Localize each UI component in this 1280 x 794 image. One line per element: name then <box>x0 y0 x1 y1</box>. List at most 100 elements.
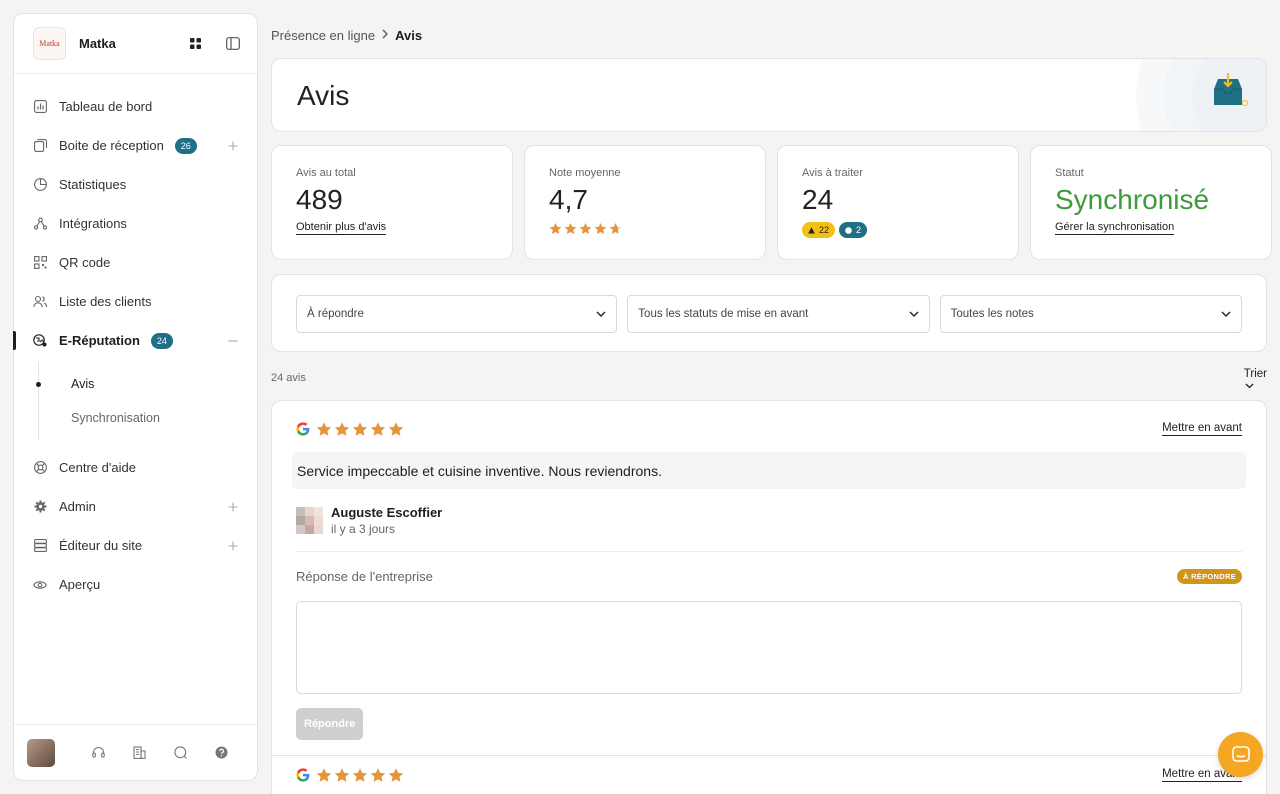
plus-icon[interactable] <box>227 540 239 552</box>
reply-status-select[interactable]: À répondre <box>296 295 618 333</box>
breadcrumb-parent[interactable]: Présence en ligne <box>271 28 375 43</box>
stat-label: Statut <box>1055 167 1084 179</box>
google-icon <box>296 422 310 436</box>
stats-row: Avis au total 489 Obtenir plus d'avis No… <box>271 145 1272 260</box>
highlight-review-button[interactable]: Mettre en avant <box>1162 422 1242 436</box>
eye-icon <box>33 578 47 592</box>
sidebar-item-label: Centre d'aide <box>59 460 136 475</box>
sidebar-item-label: Intégrations <box>59 216 127 231</box>
star-icon <box>609 223 622 235</box>
sidebar-item-label: QR code <box>59 255 111 270</box>
star-icon <box>579 223 592 235</box>
review-rating-stars <box>316 421 404 437</box>
stat-label: Avis au total <box>296 167 356 179</box>
page-title: Avis <box>297 80 350 111</box>
sidebar-item-dashboard[interactable]: Tableau de bord <box>14 87 257 126</box>
integrations-icon <box>33 217 47 231</box>
stat-card-status: Statut Synchronisé Gérer la synchronisat… <box>1030 145 1272 260</box>
sidebar-item-site-editor[interactable]: Éditeur du site <box>14 526 257 565</box>
building-icon[interactable] <box>119 743 160 763</box>
sidebar-item-e-reputation[interactable]: E-Réputation 24 <box>13 321 257 360</box>
headset-icon[interactable] <box>78 743 119 763</box>
chat-launcher-button[interactable] <box>1218 732 1263 777</box>
inbox-icon <box>33 139 47 153</box>
author-avatar <box>296 506 323 534</box>
logo-text: Matka <box>39 39 60 48</box>
sidebar-item-help-center[interactable]: Centre d'aide <box>14 448 257 487</box>
reputation-icon <box>33 334 47 348</box>
e-reputation-subnav: Avis Synchronisation <box>36 362 257 440</box>
stat-card-to-process: Avis à traiter 24 22 2 <box>777 145 1019 260</box>
users-icon <box>33 295 47 309</box>
sidebar-item-label: Éditeur du site <box>59 538 143 553</box>
select-value: Toutes les notes <box>950 308 1034 320</box>
warning-count: 22 <box>819 225 830 235</box>
info-icon <box>845 226 852 234</box>
sidebar-item-label: Tableau de bord <box>59 99 153 114</box>
minus-icon[interactable] <box>227 335 239 347</box>
subnav-item-synchronisation[interactable]: Synchronisation <box>39 401 257 435</box>
pie-chart-icon <box>33 178 47 192</box>
sidebar-footer <box>14 724 257 780</box>
page-header-card: Avis <box>271 58 1267 132</box>
subnav-item-reviews[interactable]: Avis <box>36 367 257 401</box>
plus-icon[interactable] <box>227 140 239 152</box>
reputation-count-badge: 24 <box>150 332 173 349</box>
manage-sync-link[interactable]: Gérer la synchronisation <box>1055 221 1175 235</box>
sync-status-value: Synchronisé <box>1055 184 1210 215</box>
sidebar-item-inbox[interactable]: Boite de réception 26 <box>14 126 257 165</box>
review-text: Service impeccable et cuisine inventive.… <box>292 452 1246 489</box>
help-buoy-icon <box>33 461 47 475</box>
star-icon <box>352 422 368 436</box>
review-author: Auguste Escoffier il y a 3 jours <box>296 503 1242 537</box>
stat-value: 24 <box>802 184 834 215</box>
breadcrumb-current: Avis <box>395 27 423 43</box>
sidebar-item-preview[interactable]: Aperçu <box>14 565 257 604</box>
info-pill[interactable]: 2 <box>839 222 868 238</box>
sort-button[interactable]: Trier <box>1244 368 1267 389</box>
star-icon <box>370 768 386 782</box>
pill-row: 22 2 <box>802 222 994 238</box>
star-icon <box>564 223 577 235</box>
rating-select[interactable]: Toutes les notes <box>939 295 1242 333</box>
reply-button[interactable]: Répondre <box>296 708 364 740</box>
select-value: Tous les statuts de mise en avant <box>638 308 809 320</box>
highlight-status-select[interactable]: Tous les statuts de mise en avant <box>627 295 930 333</box>
sidebar-item-statistics[interactable]: Statistiques <box>14 165 257 204</box>
select-value: À répondre <box>307 308 364 320</box>
apps-grid-icon[interactable] <box>187 36 203 52</box>
chevron-right-icon <box>381 28 389 42</box>
sidebar-nav: Tableau de bord Boite de réception 26 St… <box>13 74 257 604</box>
stat-label: Avis à traiter <box>802 167 863 179</box>
sidebar-item-label: Liste des clients <box>59 294 152 309</box>
stat-card-average: Note moyenne 4,7 <box>524 145 766 260</box>
sidebar-toggle-icon[interactable] <box>225 36 241 52</box>
get-more-reviews-link[interactable]: Obtenir plus d'avis <box>296 221 387 235</box>
chat-search-icon[interactable] <box>160 743 201 763</box>
sidebar-item-label: E-Réputation <box>59 333 140 348</box>
plus-icon[interactable] <box>227 501 239 513</box>
brand-logo[interactable]: Matka <box>33 27 66 60</box>
help-icon[interactable] <box>201 743 242 763</box>
reply-header: Réponse de l'entreprise À RÉPONDRE <box>296 552 1242 601</box>
star-icon <box>334 768 350 782</box>
chevron-down-icon <box>1245 383 1254 389</box>
stat-card-total: Avis au total 489 Obtenir plus d'avis <box>271 145 513 260</box>
reply-textarea[interactable] <box>296 601 1242 694</box>
sidebar-item-qr-code[interactable]: QR code <box>14 243 257 282</box>
warning-pill[interactable]: 22 <box>802 222 836 238</box>
footer-icons <box>78 743 242 763</box>
info-count: 2 <box>856 225 862 235</box>
star-icon <box>549 223 562 235</box>
chat-icon <box>1231 745 1250 762</box>
gear-icon <box>33 500 47 514</box>
sidebar-item-admin[interactable]: Admin <box>14 487 257 526</box>
sidebar-header: Matka Matka <box>14 14 257 74</box>
sidebar-item-label: Statistiques <box>59 177 127 192</box>
sidebar-item-label: Admin <box>59 499 96 514</box>
sidebar-item-clients[interactable]: Liste des clients <box>14 282 257 321</box>
user-avatar[interactable] <box>27 738 55 767</box>
warning-icon <box>808 226 815 233</box>
sidebar-item-integrations[interactable]: Intégrations <box>14 204 257 243</box>
author-name: Auguste Escoffier <box>331 504 443 520</box>
